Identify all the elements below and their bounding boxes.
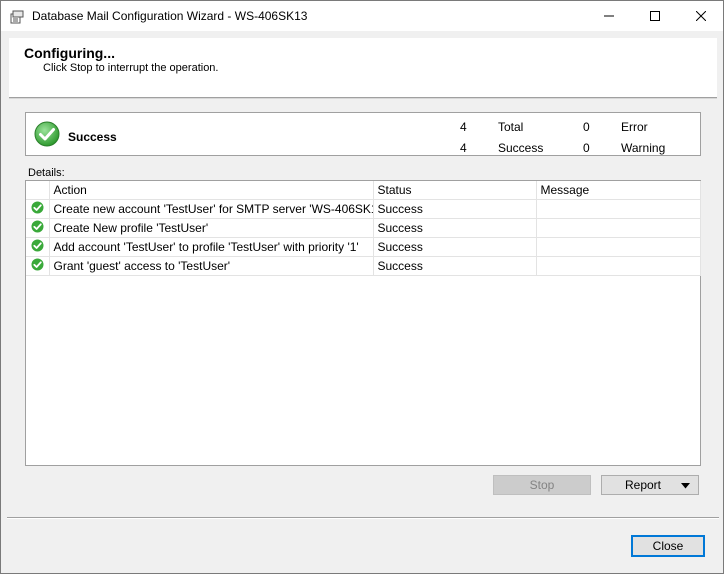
- footer-divider-highlight: [7, 518, 719, 519]
- page-subtitle: Click Stop to interrupt the operation.: [43, 62, 219, 74]
- table-row[interactable]: Create New profile 'TestUser' Success: [26, 218, 701, 238]
- column-header-action[interactable]: Action: [49, 181, 374, 200]
- success-row-icon: [31, 239, 44, 252]
- table-row[interactable]: Create new account 'TestUser' for SMTP s…: [26, 199, 701, 219]
- total-count: 4: [460, 120, 467, 134]
- report-button[interactable]: Report: [601, 475, 699, 495]
- row-status: Success: [373, 237, 537, 257]
- window-title: Database Mail Configuration Wizard - WS-…: [32, 9, 308, 23]
- details-label: Details:: [28, 167, 65, 179]
- status-summary: Success 4 Total 0 Error 4 Success 0 Warn…: [25, 112, 701, 156]
- chevron-down-icon: [681, 483, 690, 489]
- success-row-icon: [31, 201, 44, 214]
- warning-count: 0: [583, 141, 590, 155]
- maximize-button[interactable]: [632, 1, 678, 31]
- stop-button[interactable]: Stop: [493, 475, 591, 495]
- app-icon: [10, 10, 24, 24]
- close-button[interactable]: Close: [631, 535, 705, 557]
- minimize-icon: [604, 15, 614, 17]
- success-row-icon: [31, 258, 44, 271]
- row-status: Success: [373, 256, 537, 276]
- table-row[interactable]: Grant 'guest' access to 'TestUser' Succe…: [26, 256, 701, 276]
- row-action: Create new account 'TestUser' for SMTP s…: [49, 199, 374, 219]
- wizard-window: Database Mail Configuration Wizard - WS-…: [0, 0, 724, 574]
- report-button-label: Report: [624, 478, 662, 492]
- wizard-header: Configuring... Click Stop to interrupt t…: [9, 38, 717, 98]
- success-label: Success: [498, 141, 544, 155]
- grid-header-row: Action Status Message: [26, 181, 701, 200]
- column-header-message[interactable]: Message: [536, 181, 701, 200]
- error-label: Error: [621, 120, 648, 134]
- status-label: Success: [68, 130, 117, 144]
- success-count: 4: [460, 141, 467, 155]
- icon-column-header: [26, 181, 50, 200]
- row-message: [536, 256, 701, 276]
- row-message: [536, 199, 701, 219]
- row-status: Success: [373, 218, 537, 238]
- row-message: [536, 218, 701, 238]
- row-status: Success: [373, 199, 537, 219]
- title-bar: Database Mail Configuration Wizard - WS-…: [1, 1, 723, 31]
- row-action: Create New profile 'TestUser': [49, 218, 374, 238]
- row-action: Grant 'guest' access to 'TestUser': [49, 256, 374, 276]
- details-grid[interactable]: Action Status Message Create new account…: [25, 180, 701, 466]
- row-action: Add account 'TestUser' to profile 'TestU…: [49, 237, 374, 257]
- row-message: [536, 237, 701, 257]
- minimize-button[interactable]: [586, 1, 632, 31]
- page-title: Configuring...: [24, 45, 115, 61]
- success-check-icon: [34, 121, 60, 147]
- header-divider: [9, 98, 717, 99]
- maximize-icon: [650, 11, 660, 21]
- close-window-button[interactable]: [678, 1, 724, 31]
- warning-label: Warning: [621, 141, 666, 155]
- total-label: Total: [498, 120, 524, 134]
- close-icon: [696, 11, 706, 21]
- success-row-icon: [31, 220, 44, 233]
- error-count: 0: [583, 120, 590, 134]
- table-row[interactable]: Add account 'TestUser' to profile 'TestU…: [26, 237, 701, 257]
- column-header-status[interactable]: Status: [373, 181, 537, 200]
